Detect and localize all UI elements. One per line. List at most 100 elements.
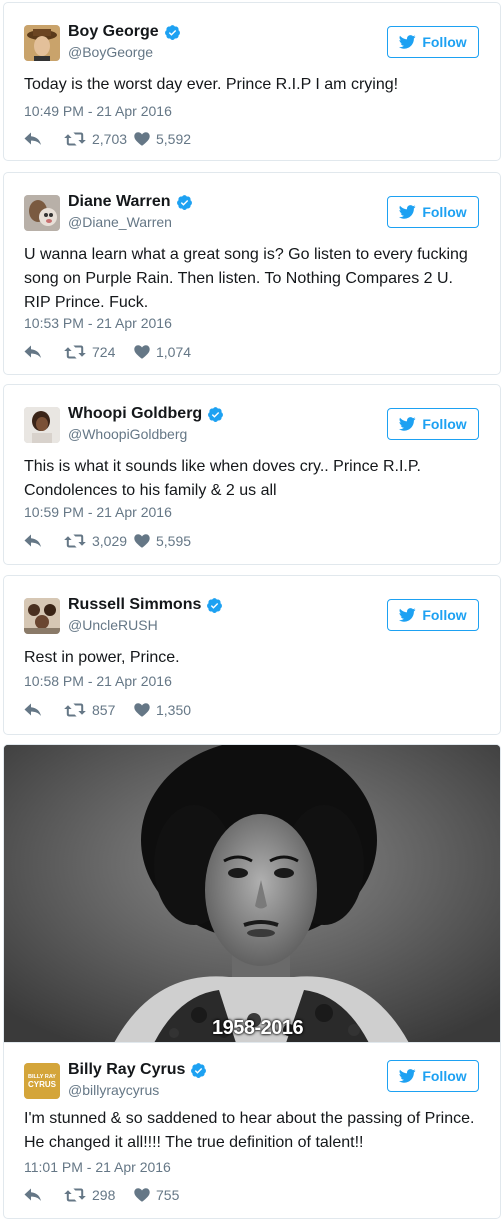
heart-icon <box>134 703 150 717</box>
verified-badge-icon <box>207 406 224 423</box>
verified-badge-icon <box>164 24 181 41</box>
retweet-count: 724 <box>92 344 116 360</box>
timestamp[interactable]: 11:01 PM - 21 Apr 2016 <box>24 1159 171 1175</box>
twitter-bird-icon <box>399 35 416 49</box>
verified-badge-icon <box>176 194 193 211</box>
user-info: Whoopi Goldberg @WhoopiGoldberg <box>68 405 224 442</box>
follow-button[interactable]: Follow <box>387 599 479 631</box>
like-button[interactable]: 755 <box>134 1187 179 1203</box>
like-button[interactable]: 1,074 <box>134 344 191 360</box>
display-name[interactable]: Billy Ray Cyrus <box>68 1061 185 1079</box>
display-name[interactable]: Whoopi Goldberg <box>68 405 202 423</box>
follow-button[interactable]: Follow <box>387 26 479 58</box>
reply-button[interactable] <box>24 703 64 717</box>
avatar[interactable] <box>24 598 60 634</box>
follow-label: Follow <box>422 416 467 432</box>
reply-button[interactable] <box>24 345 64 359</box>
tweet-text: Today is the worst day ever. Prince R.I.… <box>24 76 399 93</box>
user-info: Diane Warren @Diane_Warren <box>68 193 193 230</box>
retweet-count: 2,703 <box>92 131 128 147</box>
timestamp[interactable]: 10:53 PM - 21 Apr 2016 <box>24 315 172 331</box>
retweet-icon <box>64 703 86 717</box>
reply-button[interactable] <box>24 534 64 548</box>
tweet-actions: 3,029 5,595 <box>24 533 191 549</box>
retweet-count: 857 <box>92 702 116 718</box>
display-name[interactable]: Diane Warren <box>68 193 171 211</box>
photo-caption: 1958-2016 <box>212 1017 304 1039</box>
heart-icon <box>134 132 150 146</box>
twitter-bird-icon <box>399 608 416 622</box>
tweet-actions: 298 755 <box>24 1187 179 1203</box>
twitter-bird-icon <box>399 417 416 431</box>
tweet-text: I'm stunned & so saddened to hear about … <box>24 1110 475 1151</box>
tweet-card: Russell Simmons @UncleRUSH Follow Rest i… <box>3 575 501 735</box>
like-count: 755 <box>156 1187 180 1203</box>
tweet-photo[interactable]: 1958-2016 <box>3 744 501 1042</box>
like-button[interactable]: 5,592 <box>134 131 191 147</box>
reply-icon <box>24 1188 42 1202</box>
like-count: 1,350 <box>156 702 192 718</box>
user-info: Billy Ray Cyrus @billyraycyrus <box>68 1061 207 1098</box>
timestamp[interactable]: 10:58 PM - 21 Apr 2016 <box>24 673 172 689</box>
user-handle[interactable]: @Diane_Warren <box>68 214 193 230</box>
retweet-icon <box>64 345 86 359</box>
user-info: Boy George @BoyGeorge <box>68 23 181 60</box>
user-handle[interactable]: @billyraycyrus <box>68 1082 207 1098</box>
tweet-card: BILLY RAY CYRUS Billy Ray Cyrus @billyra… <box>3 1042 501 1219</box>
follow-button[interactable]: Follow <box>387 1060 479 1092</box>
avatar[interactable] <box>24 25 60 61</box>
reply-icon <box>24 345 42 359</box>
reply-button[interactable] <box>24 132 64 146</box>
retweet-button[interactable]: 3,029 <box>64 533 134 549</box>
twitter-bird-icon <box>399 205 416 219</box>
tweet-actions: 724 1,074 <box>24 344 191 360</box>
retweet-icon <box>64 132 86 146</box>
avatar[interactable] <box>24 407 60 443</box>
tweet-text: U wanna learn what a great song is? Go l… <box>24 246 468 311</box>
retweet-count: 298 <box>92 1187 116 1203</box>
display-name[interactable]: Boy George <box>68 23 159 41</box>
avatar[interactable] <box>24 195 60 231</box>
retweet-icon <box>64 534 86 548</box>
heart-icon <box>134 534 150 548</box>
user-handle[interactable]: @UncleRUSH <box>68 617 223 633</box>
like-count: 5,592 <box>156 131 192 147</box>
follow-label: Follow <box>422 204 467 220</box>
reply-icon <box>24 534 42 548</box>
follow-label: Follow <box>422 607 467 623</box>
retweet-icon <box>64 1188 86 1202</box>
display-name[interactable]: Russell Simmons <box>68 596 201 614</box>
user-handle[interactable]: @WhoopiGoldberg <box>68 426 224 442</box>
like-count: 1,074 <box>156 344 192 360</box>
tweet-actions: 857 1,350 <box>24 702 191 718</box>
tweet-card: Diane Warren @Diane_Warren Follow U wann… <box>3 172 501 375</box>
tweet-text: This is what it sounds like when doves c… <box>24 458 421 499</box>
verified-badge-icon <box>206 597 223 614</box>
retweet-button[interactable]: 2,703 <box>64 131 134 147</box>
timestamp[interactable]: 10:59 PM - 21 Apr 2016 <box>24 504 172 520</box>
like-button[interactable]: 1,350 <box>134 702 191 718</box>
retweet-button[interactable]: 724 <box>64 344 134 360</box>
tweet-card: Whoopi Goldberg @WhoopiGoldberg Follow T… <box>3 384 501 565</box>
retweet-button[interactable]: 857 <box>64 702 134 718</box>
heart-icon <box>134 1188 150 1202</box>
retweet-button[interactable]: 298 <box>64 1187 134 1203</box>
follow-label: Follow <box>422 34 467 50</box>
user-handle[interactable]: @BoyGeorge <box>68 44 181 60</box>
billy-ray-cyrus-logo: BILLY RAY CYRUS <box>24 1063 60 1099</box>
follow-label: Follow <box>422 1068 467 1084</box>
follow-button[interactable]: Follow <box>387 196 479 228</box>
reply-icon <box>24 703 42 717</box>
twitter-bird-icon <box>399 1069 416 1083</box>
avatar[interactable]: BILLY RAY CYRUS <box>24 1063 60 1099</box>
follow-button[interactable]: Follow <box>387 408 479 440</box>
tweet-text: Rest in power, Prince. <box>24 649 180 666</box>
verified-badge-icon <box>190 1062 207 1079</box>
tweet-card: Boy George @BoyGeorge Follow Today is th… <box>3 2 501 161</box>
retweet-count: 3,029 <box>92 533 128 549</box>
reply-button[interactable] <box>24 1188 64 1202</box>
tweet-actions: 2,703 5,592 <box>24 131 191 147</box>
like-count: 5,595 <box>156 533 192 549</box>
like-button[interactable]: 5,595 <box>134 533 191 549</box>
timestamp[interactable]: 10:49 PM - 21 Apr 2016 <box>24 103 172 119</box>
